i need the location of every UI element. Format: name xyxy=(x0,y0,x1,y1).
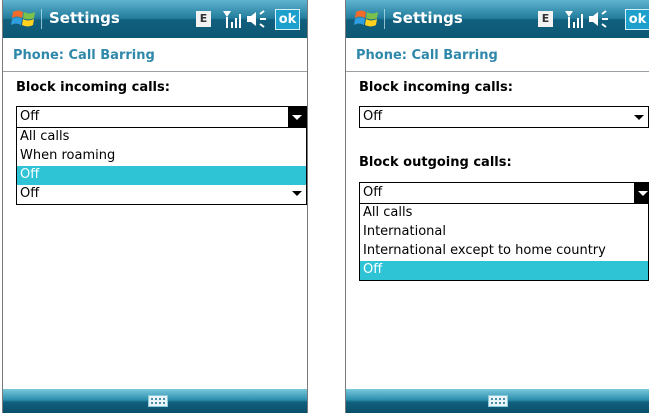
windows-start-icon[interactable] xyxy=(354,7,380,31)
incoming-calls-dropdown[interactable]: Off xyxy=(16,106,307,128)
windows-start-icon[interactable] xyxy=(11,7,37,31)
app-title: Settings xyxy=(392,9,463,27)
left-screen: Settings E ok Phone: Call Barring Block … xyxy=(2,0,308,413)
incoming-calls-value: Off xyxy=(20,109,40,124)
title-separator xyxy=(384,9,385,29)
outgoing-calls-label: Block outgoing calls: xyxy=(359,155,512,170)
keyboard-icon[interactable] xyxy=(488,395,508,407)
outgoing-calls-dropdown[interactable]: Off xyxy=(359,182,649,204)
dropdown-arrow-icon[interactable] xyxy=(292,191,302,196)
option-when-roaming[interactable]: When roaming xyxy=(17,147,306,166)
incoming-calls-label: Block incoming calls: xyxy=(16,80,170,95)
soft-key-bar xyxy=(3,389,307,413)
title-separator xyxy=(41,9,42,29)
incoming-calls-value: Off xyxy=(363,109,383,124)
divider xyxy=(346,71,649,72)
page-subheading: Phone: Call Barring xyxy=(13,48,155,63)
soft-key-bar xyxy=(346,389,649,413)
divider xyxy=(3,71,307,72)
app-title: Settings xyxy=(49,9,120,27)
speaker-icon[interactable] xyxy=(587,10,609,28)
outgoing-calls-value: Off xyxy=(363,185,383,200)
option-all-calls[interactable]: All calls xyxy=(17,128,306,147)
incoming-calls-label: Block incoming calls: xyxy=(359,80,513,95)
dropdown-arrow-icon[interactable] xyxy=(634,183,649,203)
right-screen: Settings E ok Phone: Call Barring Block … xyxy=(345,0,649,413)
outgoing-calls-options: All calls International International ex… xyxy=(359,204,649,281)
option-international-except-home[interactable]: International except to home country xyxy=(360,242,648,261)
option-off[interactable]: Off xyxy=(17,166,306,185)
ok-button[interactable]: ok xyxy=(275,9,300,30)
edge-icon: E xyxy=(196,11,211,27)
title-bar: Settings E ok xyxy=(3,0,307,38)
incoming-calls-dropdown[interactable]: Off xyxy=(359,106,649,128)
incoming-calls-options: All calls When roaming Off xyxy=(16,128,307,186)
title-bar: Settings E ok xyxy=(346,0,649,38)
speaker-icon[interactable] xyxy=(245,10,267,28)
signal-icon[interactable] xyxy=(222,9,242,29)
option-off[interactable]: Off xyxy=(360,261,648,280)
edge-icon: E xyxy=(538,11,553,27)
option-international[interactable]: International xyxy=(360,223,648,242)
page-subheading: Phone: Call Barring xyxy=(356,48,498,63)
outgoing-calls-dropdown[interactable]: Off xyxy=(16,185,307,205)
outgoing-calls-value: Off xyxy=(20,186,40,201)
dropdown-arrow-icon[interactable] xyxy=(634,115,644,120)
keyboard-icon[interactable] xyxy=(148,395,168,407)
option-all-calls[interactable]: All calls xyxy=(360,204,648,223)
signal-icon[interactable] xyxy=(564,9,584,29)
dropdown-arrow-icon[interactable] xyxy=(288,107,306,127)
ok-button[interactable]: ok xyxy=(625,9,649,30)
